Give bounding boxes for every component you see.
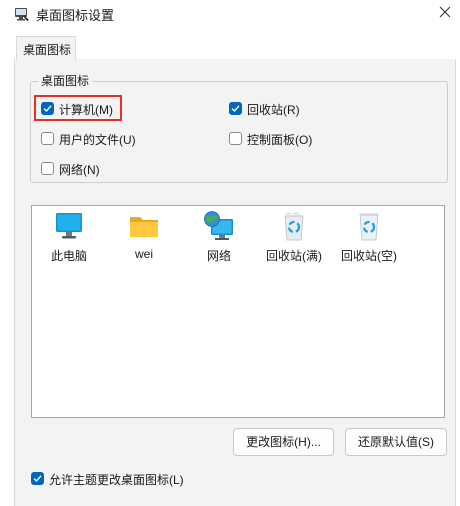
checkbox-box[interactable] — [229, 102, 242, 115]
checkbox-box[interactable] — [41, 132, 54, 145]
check-icon — [43, 105, 52, 113]
tab-desktop-icons[interactable]: 桌面图标 — [16, 36, 76, 60]
group-title: 桌面图标 — [38, 72, 93, 89]
restore-default-button[interactable]: 还原默认值(S) — [345, 428, 447, 456]
list-item-label: 网络 — [206, 249, 231, 263]
recycle-bin-full-icon — [284, 212, 304, 241]
network-globe-icon — [204, 211, 233, 240]
desktop-settings-icon — [15, 8, 29, 21]
folder-icon — [130, 217, 158, 237]
checkbox-label: 计算机(M) — [59, 103, 113, 117]
list-item-recycle-bin-empty[interactable]: 回收站(空) — [334, 208, 404, 268]
checkbox-label: 控制面板(O) — [247, 133, 313, 147]
close-icon — [439, 6, 451, 18]
list-item-label: 此电脑 — [50, 249, 87, 263]
checkbox-label: 用户的文件(U) — [59, 133, 136, 147]
list-item-label: 回收站(空) — [341, 249, 397, 263]
check-icon — [231, 105, 240, 113]
list-item-recycle-bin-full[interactable]: 回收站(满) — [259, 208, 329, 268]
title-bar: 桌面图标设置 — [0, 0, 460, 30]
list-item-this-pc[interactable]: 此电脑 — [34, 208, 104, 268]
check-icon — [33, 475, 42, 483]
list-item-label: 回收站(满) — [266, 249, 322, 263]
list-item-label: wei — [134, 247, 153, 261]
close-button[interactable] — [430, 0, 460, 24]
window-title: 桌面图标设置 — [36, 8, 115, 23]
checkbox-box[interactable] — [41, 162, 54, 175]
checkbox-label: 允许主题更改桌面图标(L) — [49, 473, 184, 487]
list-item-network[interactable]: 网络 — [184, 208, 254, 268]
change-icon-button[interactable]: 更改图标(H)... — [233, 428, 334, 456]
checkbox-box[interactable] — [31, 472, 44, 485]
checkbox-label: 网络(N) — [59, 163, 100, 177]
checkbox-label: 回收站(R) — [247, 103, 300, 117]
monitor-icon — [56, 213, 82, 239]
checkbox-box[interactable] — [41, 102, 54, 115]
checkbox-box[interactable] — [229, 132, 242, 145]
list-item-user-folder[interactable]: wei — [109, 208, 179, 268]
tab-label: 桌面图标 — [23, 43, 72, 57]
recycle-bin-empty-icon — [359, 213, 379, 241]
